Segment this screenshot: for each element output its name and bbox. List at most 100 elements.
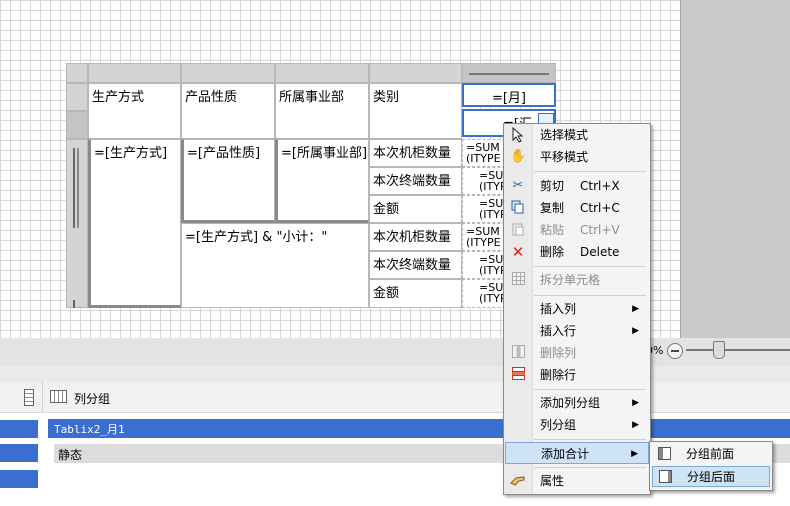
menu-item-insert-column[interactable]: 插入列 ▶ <box>505 298 649 320</box>
menu-item-select-mode[interactable]: 选择模式 <box>505 124 649 146</box>
month-header-cell[interactable]: =[月] <box>462 83 556 107</box>
header-cell[interactable]: 产品性质 <box>181 83 275 139</box>
submenu-arrow-icon: ▶ <box>632 398 639 408</box>
zoom-out-icon[interactable] <box>667 343 683 359</box>
group-cell-nature[interactable]: =[产品性质] <box>181 139 275 223</box>
menu-item-label: 粘贴 <box>540 223 565 237</box>
menu-item-label: 平移模式 <box>540 150 589 164</box>
delete-row-icon <box>510 367 526 383</box>
add-total-submenu: 分组前面 分组后面 <box>649 441 773 491</box>
column-handle-selected[interactable] <box>462 63 556 83</box>
menu-item-label: 删除列 <box>540 346 577 360</box>
header-cell[interactable]: 所属事业部 <box>275 83 369 139</box>
menu-item-label: 属性 <box>540 474 565 488</box>
menu-shortcut: Ctrl+X <box>580 179 620 193</box>
design-margin-area <box>681 0 790 338</box>
menu-item-add-total[interactable]: 添加合计 ▶ <box>505 442 649 464</box>
menu-item-label: 添加列分组 <box>540 396 601 410</box>
row-handle[interactable] <box>66 83 88 111</box>
zoom-track[interactable] <box>686 349 790 351</box>
menu-item-label: 拆分单元格 <box>540 273 601 287</box>
category-cell[interactable]: 本次机柜数量 <box>369 139 462 167</box>
menu-shortcut: Ctrl+C <box>580 201 620 215</box>
menu-separator <box>534 295 646 296</box>
delete-column-icon <box>510 345 526 361</box>
header-cell[interactable]: 类别 <box>369 83 462 139</box>
scissors-icon: ✂ <box>512 178 524 193</box>
menu-separator <box>534 439 646 440</box>
group-cell-division[interactable]: =[所属事业部] <box>275 139 369 223</box>
menu-item-delete[interactable]: ✕ 删除 Delete <box>505 241 649 263</box>
submenu-item-after-group[interactable]: 分组后面 <box>652 466 770 487</box>
submenu-arrow-icon: ▶ <box>631 449 638 459</box>
properties-hand-icon <box>510 473 526 489</box>
after-group-icon <box>659 470 672 483</box>
category-cell[interactable]: 本次终端数量 <box>369 251 462 279</box>
grid-icon <box>510 272 526 288</box>
column-group-item-label: 静态 <box>58 448 83 462</box>
category-cell[interactable]: 金额 <box>369 279 462 308</box>
tablix[interactable]: 生产方式 产品性质 所属事业部 类别 =[月] =[汇 =[生产方式] =[产品… <box>66 63 556 308</box>
menu-separator <box>534 266 646 267</box>
column-handle[interactable] <box>181 63 275 83</box>
group-cell-production[interactable]: =[生产方式] <box>88 139 181 308</box>
category-cell[interactable]: 金额 <box>369 195 462 223</box>
menu-item-label: 插入行 <box>540 324 577 338</box>
menu-item-label: 剪切 <box>540 179 565 193</box>
menu-item-properties[interactable]: 属性 <box>505 470 649 492</box>
menu-item-label: 添加合计 <box>541 447 590 461</box>
column-group-item-label: Tablix2_月1 <box>54 423 125 436</box>
pane-divider <box>42 382 43 412</box>
before-group-icon <box>658 447 671 460</box>
copy-icon <box>510 200 526 216</box>
hand-icon: ✋ <box>510 149 527 164</box>
menu-item-insert-row[interactable]: 插入行 ▶ <box>505 320 649 342</box>
category-cell[interactable]: 本次终端数量 <box>369 167 462 195</box>
category-cell[interactable]: 本次机柜数量 <box>369 223 462 251</box>
row-group-handle[interactable] <box>66 139 88 308</box>
submenu-item-label: 分组前面 <box>686 447 735 461</box>
submenu-arrow-icon: ▶ <box>632 326 639 336</box>
menu-item-label: 选择模式 <box>540 128 589 142</box>
menu-item-label: 插入列 <box>540 302 577 316</box>
row-groups-icon <box>24 389 34 406</box>
column-handle[interactable] <box>88 63 181 83</box>
row-handle[interactable] <box>66 111 88 139</box>
header-cell[interactable]: 生产方式 <box>88 83 181 139</box>
menu-shortcut: Ctrl+V <box>580 223 620 237</box>
menu-shortcut: Delete <box>580 245 620 259</box>
panel-splitter[interactable] <box>0 366 790 382</box>
menu-separator <box>534 171 646 172</box>
menu-item-delete-row[interactable]: 删除行 <box>505 364 649 386</box>
menu-item-paste: 粘贴 Ctrl+V <box>505 219 649 241</box>
menu-item-copy[interactable]: 复制 Ctrl+C <box>505 197 649 219</box>
menu-item-label: 列分组 <box>540 418 577 432</box>
submenu-arrow-icon: ▶ <box>632 420 639 430</box>
row-group-item[interactable] <box>0 444 38 462</box>
subtotal-label-cell[interactable]: =[生产方式] & "小计：" <box>181 223 369 308</box>
column-groups-icon <box>50 390 67 403</box>
column-handle[interactable] <box>369 63 462 83</box>
submenu-item-before-group[interactable]: 分组前面 <box>652 444 770 465</box>
column-handle[interactable] <box>66 63 88 83</box>
zoom-thumb[interactable] <box>713 341 725 359</box>
menu-item-pan-mode[interactable]: ✋ 平移模式 <box>505 146 649 168</box>
menu-item-label: 复制 <box>540 201 565 215</box>
menu-separator <box>534 389 646 390</box>
menu-item-add-column-group[interactable]: 添加列分组 ▶ <box>505 392 649 414</box>
zoom-bar: 0% <box>0 338 790 367</box>
submenu-arrow-icon: ▶ <box>632 304 639 314</box>
menu-item-cut[interactable]: ✂ 剪切 Ctrl+X <box>505 175 649 197</box>
column-group-item-tablix[interactable]: Tablix2_月1 <box>48 419 790 438</box>
menu-item-label: 删除行 <box>540 368 577 382</box>
row-group-item[interactable] <box>0 420 38 438</box>
delete-x-icon: ✕ <box>511 243 525 261</box>
row-group-item[interactable] <box>0 470 38 488</box>
menu-item-column-group[interactable]: 列分组 ▶ <box>505 414 649 436</box>
paste-icon <box>510 222 526 238</box>
menu-item-label: 删除 <box>540 245 565 259</box>
menu-item-delete-column: 删除列 <box>505 342 649 364</box>
submenu-item-label: 分组后面 <box>687 470 736 484</box>
cursor-arrow-icon <box>510 126 526 143</box>
column-handle[interactable] <box>275 63 369 83</box>
